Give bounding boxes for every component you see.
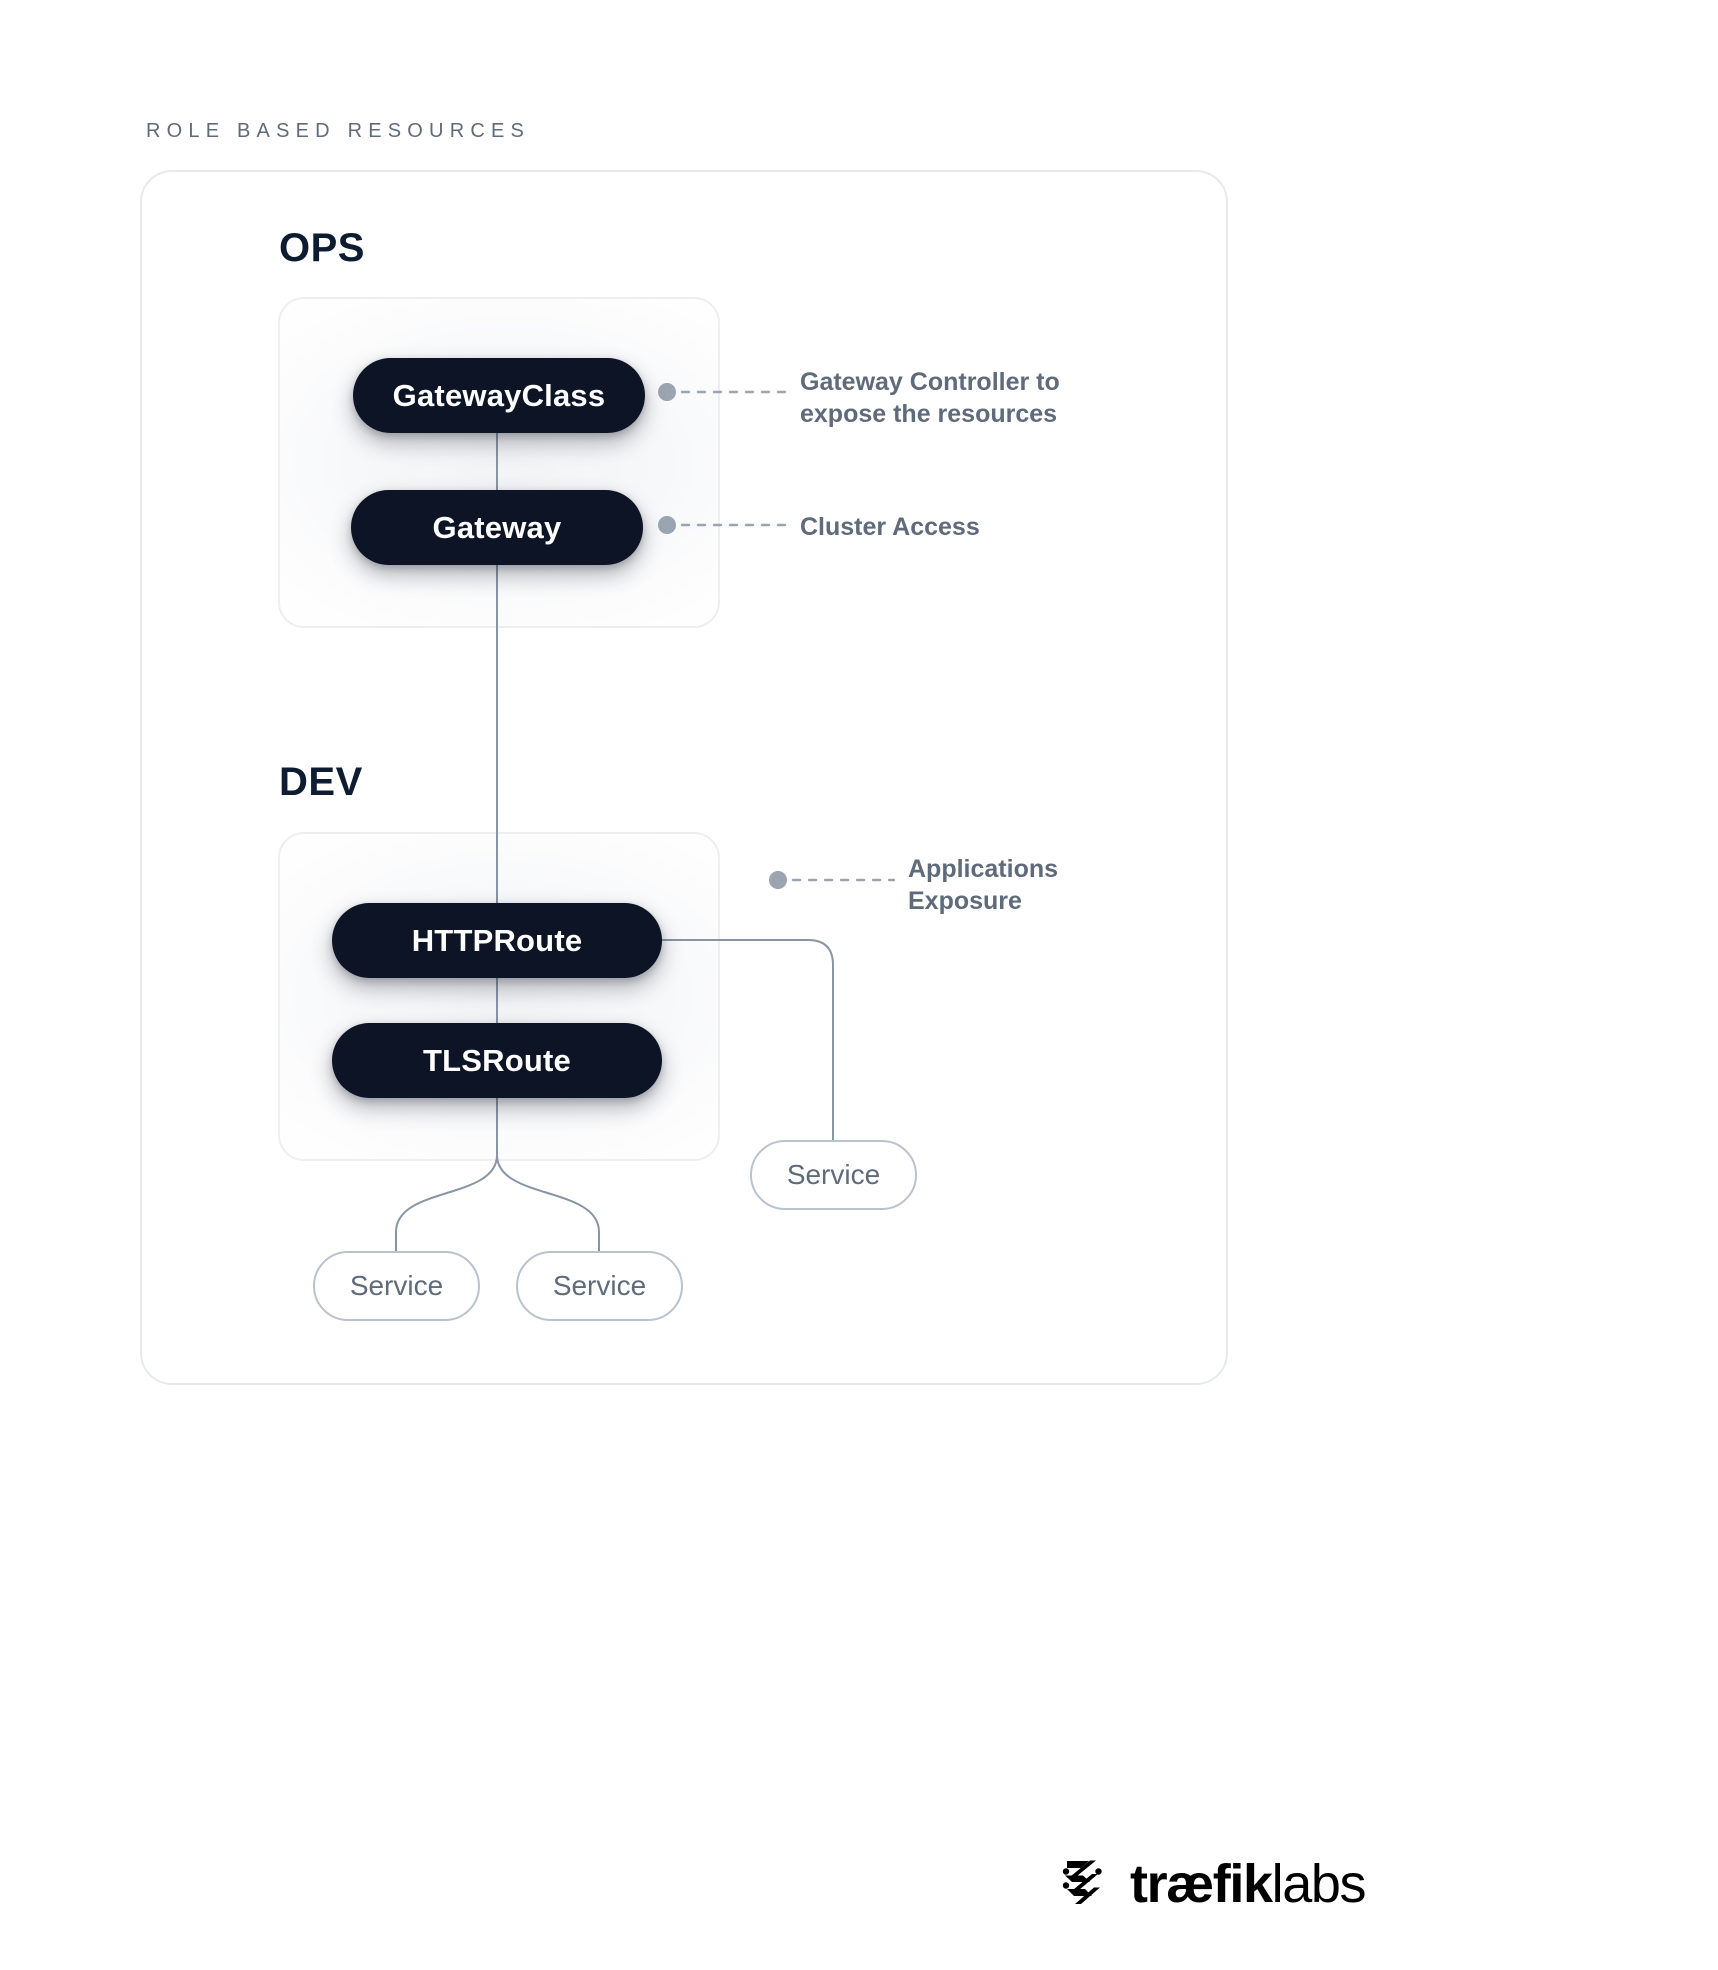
annotation-cluster-access: Cluster Access bbox=[800, 513, 980, 541]
node-service-right[interactable]: Service bbox=[750, 1140, 917, 1210]
traefik-labs-logo: træfiklabs bbox=[1059, 1854, 1367, 1914]
group-box-ops bbox=[278, 297, 720, 628]
node-service-left[interactable]: Service bbox=[313, 1251, 480, 1321]
traefik-chevron-mark-icon bbox=[1062, 1860, 1102, 1904]
node-tlsroute[interactable]: TLSRoute bbox=[332, 1023, 662, 1098]
section-heading-ops: OPS bbox=[279, 226, 365, 270]
diagram-canvas: ROLE BASED RESOURCES OPS DEV GatewayClas… bbox=[0, 0, 1718, 1970]
logo-wordmark-traefik: træfik bbox=[1130, 1854, 1273, 1914]
node-service-middle[interactable]: Service bbox=[516, 1251, 683, 1321]
annotation-applications-exposure: Applications Exposure bbox=[908, 855, 1059, 915]
node-gatewayclass[interactable]: GatewayClass bbox=[353, 358, 645, 433]
node-gateway[interactable]: Gateway bbox=[351, 490, 643, 565]
logo-wordmark: træfiklabs bbox=[1130, 1854, 1367, 1914]
section-heading-dev: DEV bbox=[279, 760, 363, 804]
node-httproute[interactable]: HTTPRoute bbox=[332, 903, 662, 978]
group-box-dev bbox=[278, 832, 720, 1161]
annotation-gateway-controller: Gateway Controller to expose the resourc… bbox=[800, 368, 1060, 428]
page-eyebrow-title: ROLE BASED RESOURCES bbox=[146, 120, 531, 142]
logo-wordmark-labs: labs bbox=[1271, 1854, 1367, 1914]
